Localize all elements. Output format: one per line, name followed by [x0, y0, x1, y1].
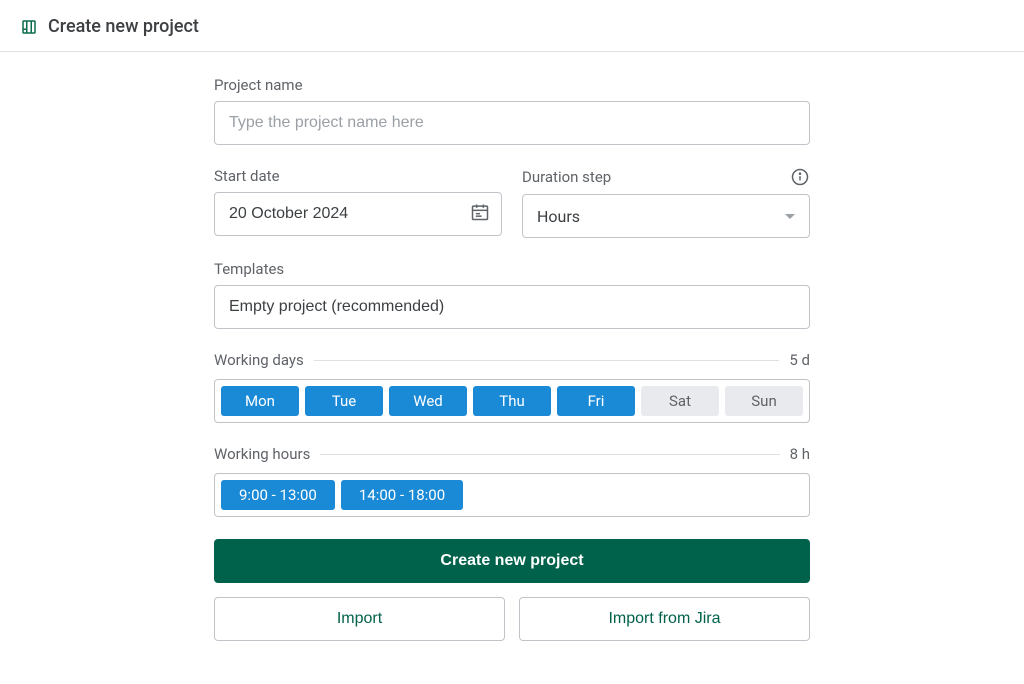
templates-field: Templates — [214, 260, 810, 329]
page-title: Create new project — [48, 16, 199, 37]
divider — [314, 360, 780, 361]
working-days-summary: 5 d — [789, 351, 810, 369]
day-chip-tue[interactable]: Tue — [305, 386, 383, 416]
duration-step-label: Duration step — [522, 168, 611, 186]
day-chip-thu[interactable]: Thu — [473, 386, 551, 416]
working-days-label: Working days — [214, 351, 304, 369]
duration-step-field: Duration step Hours — [522, 167, 810, 238]
chevron-down-icon — [785, 214, 795, 219]
hour-range-chip[interactable]: 14:00 - 18:00 — [341, 480, 463, 510]
working-days-section: Working days 5 d MonTueWedThuFriSatSun — [214, 351, 810, 423]
working-hours-section: Working hours 8 h 9:00 - 13:0014:00 - 18… — [214, 445, 810, 517]
duration-step-select[interactable]: Hours — [522, 194, 810, 238]
templates-label: Templates — [214, 260, 810, 278]
day-chip-sun[interactable]: Sun — [725, 386, 803, 416]
project-name-label: Project name — [214, 76, 810, 94]
start-date-input[interactable] — [214, 192, 502, 236]
app-icon — [20, 18, 38, 36]
start-date-label: Start date — [214, 167, 502, 185]
day-chip-wed[interactable]: Wed — [389, 386, 467, 416]
hour-range-chip[interactable]: 9:00 - 13:00 — [221, 480, 335, 510]
info-icon[interactable] — [790, 167, 810, 187]
working-hours-label: Working hours — [214, 445, 310, 463]
duration-step-value: Hours — [537, 207, 580, 226]
templates-input[interactable] — [214, 285, 810, 329]
project-name-input[interactable] — [214, 101, 810, 145]
project-name-field: Project name — [214, 76, 810, 145]
create-project-form: Project name Start date — [214, 52, 810, 665]
day-chip-sat[interactable]: Sat — [641, 386, 719, 416]
start-date-field: Start date — [214, 167, 502, 238]
day-chip-mon[interactable]: Mon — [221, 386, 299, 416]
create-project-button[interactable]: Create new project — [214, 539, 810, 583]
working-days-chips: MonTueWedThuFriSatSun — [214, 379, 810, 423]
working-hours-summary: 8 h — [790, 445, 810, 463]
page-header: Create new project — [0, 0, 1024, 52]
working-hours-chips: 9:00 - 13:0014:00 - 18:00 — [214, 473, 810, 517]
divider — [320, 454, 779, 455]
import-button[interactable]: Import — [214, 597, 505, 641]
day-chip-fri[interactable]: Fri — [557, 386, 635, 416]
import-jira-button[interactable]: Import from Jira — [519, 597, 810, 641]
